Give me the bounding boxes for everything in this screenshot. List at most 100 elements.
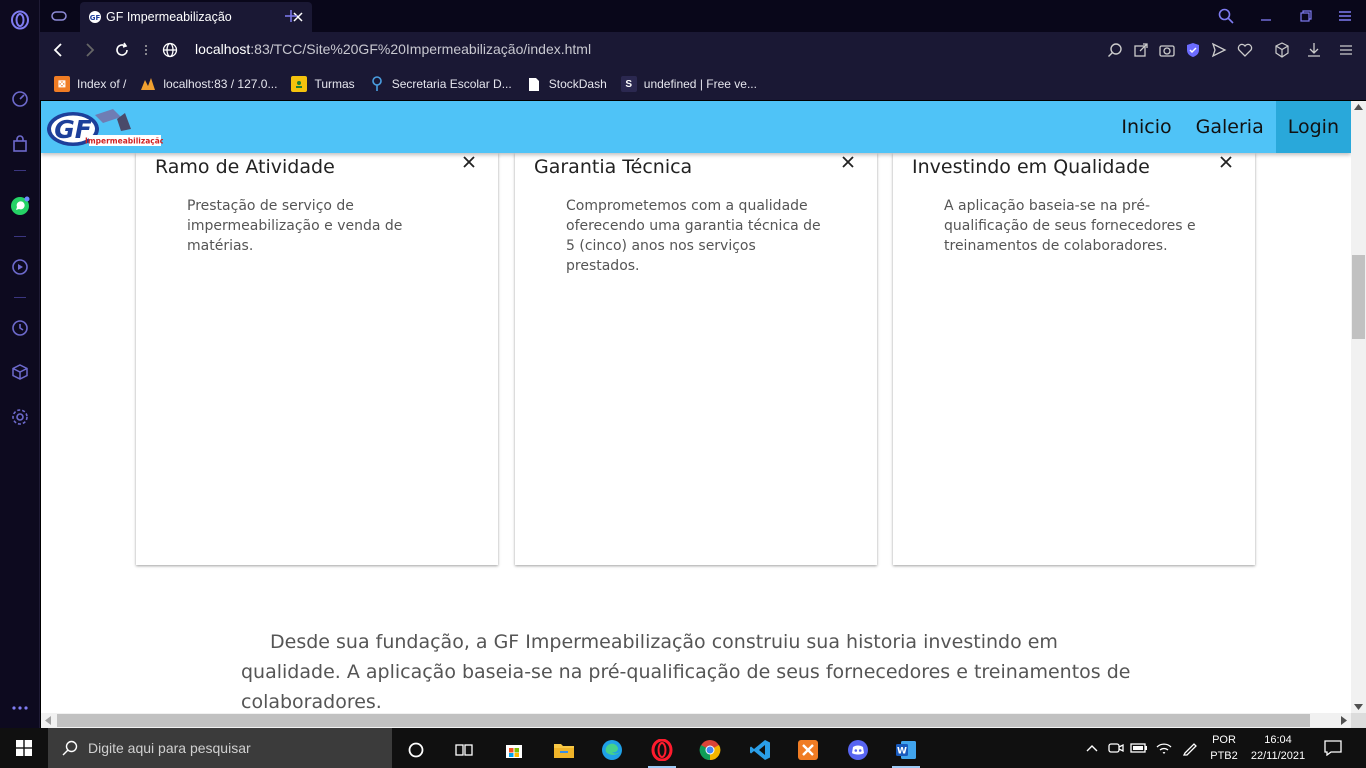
close-icon[interactable] <box>841 155 855 169</box>
secretaria-icon <box>369 76 385 92</box>
windows-logo-icon <box>16 740 32 756</box>
classroom-icon <box>291 76 308 92</box>
nav-inicio[interactable]: Inicio <box>1109 101 1183 153</box>
more-dots-icon[interactable] <box>136 40 156 60</box>
horizontal-scrollbar[interactable] <box>41 713 1351 728</box>
heart-icon[interactable] <box>1235 40 1255 60</box>
extensions-icon[interactable] <box>9 361 31 383</box>
language-indicator[interactable]: POR PTB2 <box>1206 732 1242 764</box>
more-icon[interactable] <box>9 697 31 719</box>
vertical-scrollbar[interactable] <box>1351 101 1366 713</box>
scroll-up-icon[interactable] <box>1354 104 1363 110</box>
taskbar-search[interactable]: Digite aqui para pesquisar <box>48 728 392 768</box>
url-field[interactable]: localhost:83/TCC/Site%20GF%20Impermeabil… <box>195 41 591 57</box>
bookmark-turmas[interactable]: Turmas <box>291 76 355 92</box>
forward-icon[interactable] <box>80 40 100 60</box>
card-text: Prestação de serviço de impermeabilizaçã… <box>187 198 403 254</box>
wifi-icon[interactable] <box>1153 728 1175 768</box>
scroll-right-icon[interactable] <box>1341 716 1347 725</box>
site-navbar: GF Impermeabilização Inicio Galeria Logi… <box>41 101 1351 153</box>
cube-icon[interactable] <box>1272 40 1292 60</box>
card-ramo-atividade: Ramo de Atividade Prestação de serviço d… <box>136 153 498 565</box>
shopping-bag-icon[interactable] <box>9 133 31 155</box>
vpn-shield-icon[interactable] <box>1183 40 1203 60</box>
snapshot-icon[interactable] <box>1157 40 1177 60</box>
settings-icon[interactable] <box>9 406 31 428</box>
windows-taskbar: Digite aqui para pesquisar W POR PTB2 16… <box>0 728 1366 768</box>
cortana-icon[interactable] <box>396 732 436 768</box>
search-page-icon[interactable] <box>1105 40 1125 60</box>
taskbar-clock[interactable]: 16:04 22/11/2021 <box>1244 732 1312 764</box>
opera-taskbar-icon[interactable] <box>642 732 682 768</box>
search-icon <box>62 740 78 756</box>
store-icon[interactable] <box>494 732 534 768</box>
bookmark-secretaria[interactable]: Secretaria Escolar D... <box>369 76 512 92</box>
vscode-icon[interactable] <box>740 732 780 768</box>
svg-text:GF: GF <box>90 14 101 22</box>
restore-icon[interactable] <box>1296 6 1316 26</box>
download-icon[interactable] <box>1304 40 1324 60</box>
vertical-scroll-thumb[interactable] <box>1352 255 1365 339</box>
game-controller-icon[interactable] <box>49 6 69 26</box>
xampp-taskbar-icon[interactable] <box>788 732 828 768</box>
scroll-down-icon[interactable] <box>1354 704 1363 710</box>
bookmark-undefined[interactable]: S undefined | Free ve... <box>620 76 757 92</box>
menu-icon[interactable] <box>1336 40 1356 60</box>
chrome-icon[interactable] <box>690 732 730 768</box>
bookmark-stockdash[interactable]: StockDash <box>526 76 607 92</box>
minimize-icon[interactable] <box>1256 6 1276 26</box>
card-title: Garantia Técnica <box>534 156 693 178</box>
opera-menu-icon[interactable] <box>9 9 31 31</box>
clock-time: 16:04 <box>1264 734 1292 746</box>
share-icon[interactable] <box>1131 40 1151 60</box>
back-icon[interactable] <box>48 40 68 60</box>
gf-logo[interactable]: GF Impermeabilização <box>45 103 163 149</box>
send-icon[interactable] <box>1209 40 1229 60</box>
phpmyadmin-icon <box>140 76 156 92</box>
reload-icon[interactable] <box>112 40 132 60</box>
nav-galeria[interactable]: Galeria <box>1184 101 1276 153</box>
close-icon[interactable] <box>1219 155 1233 169</box>
start-button[interactable] <box>0 728 48 768</box>
edge-icon[interactable] <box>592 732 632 768</box>
notifications-icon[interactable] <box>1318 728 1348 768</box>
scroll-left-icon[interactable] <box>45 716 51 725</box>
site-favicon-icon: GF <box>89 11 101 23</box>
card-garantia-tecnica: Garantia Técnica Comprometemos com a qua… <box>515 153 877 565</box>
discord-icon[interactable] <box>838 732 878 768</box>
site-nav: Inicio Galeria Login <box>1109 101 1351 153</box>
svg-text:Impermeabilização: Impermeabilização <box>85 137 163 146</box>
card-title: Ramo de Atividade <box>155 156 335 178</box>
battery-icon[interactable] <box>1128 728 1150 768</box>
bookmark-label: localhost:83 / 127.0... <box>163 77 278 91</box>
url-path: :83/TCC/Site%20GF%20Impermeabilização/in… <box>250 41 592 57</box>
bookmark-phpmyadmin[interactable]: localhost:83 / 127.0... <box>140 76 277 92</box>
globe-icon[interactable] <box>160 40 180 60</box>
file-explorer-icon[interactable] <box>544 732 584 768</box>
s-logo-icon: S <box>620 76 637 92</box>
new-tab-icon[interactable] <box>281 6 301 26</box>
meet-now-icon[interactable] <box>1105 728 1127 768</box>
task-view-icon[interactable] <box>444 732 484 768</box>
tray-chevron-icon[interactable] <box>1082 728 1102 768</box>
speed-dial-icon[interactable] <box>9 88 31 110</box>
pen-icon[interactable] <box>1179 728 1201 768</box>
easy-setup-icon[interactable] <box>1335 6 1355 26</box>
horizontal-scroll-thumb[interactable] <box>57 714 1310 727</box>
bookmark-index[interactable]: ⊠ Index of / <box>54 76 126 92</box>
tab-bar: GF GF Impermeabilização <box>40 0 1366 32</box>
nav-login[interactable]: Login <box>1275 101 1351 153</box>
whatsapp-icon[interactable] <box>9 195 31 217</box>
svg-text:W: W <box>897 747 907 757</box>
close-icon[interactable] <box>462 155 476 169</box>
player-icon[interactable] <box>9 256 31 278</box>
word-icon[interactable]: W <box>886 732 926 768</box>
history-icon[interactable] <box>9 317 31 339</box>
opera-sidebar <box>0 0 40 728</box>
url-host: localhost <box>195 41 251 57</box>
screen: GF GF Impermeabilização localhost:83/TCC… <box>0 0 1366 768</box>
search-placeholder: Digite aqui para pesquisar <box>88 740 251 756</box>
search-tabs-icon[interactable] <box>1216 6 1236 26</box>
tab-active[interactable]: GF GF Impermeabilização <box>80 2 312 32</box>
bookmark-label: Secretaria Escolar D... <box>391 77 512 91</box>
